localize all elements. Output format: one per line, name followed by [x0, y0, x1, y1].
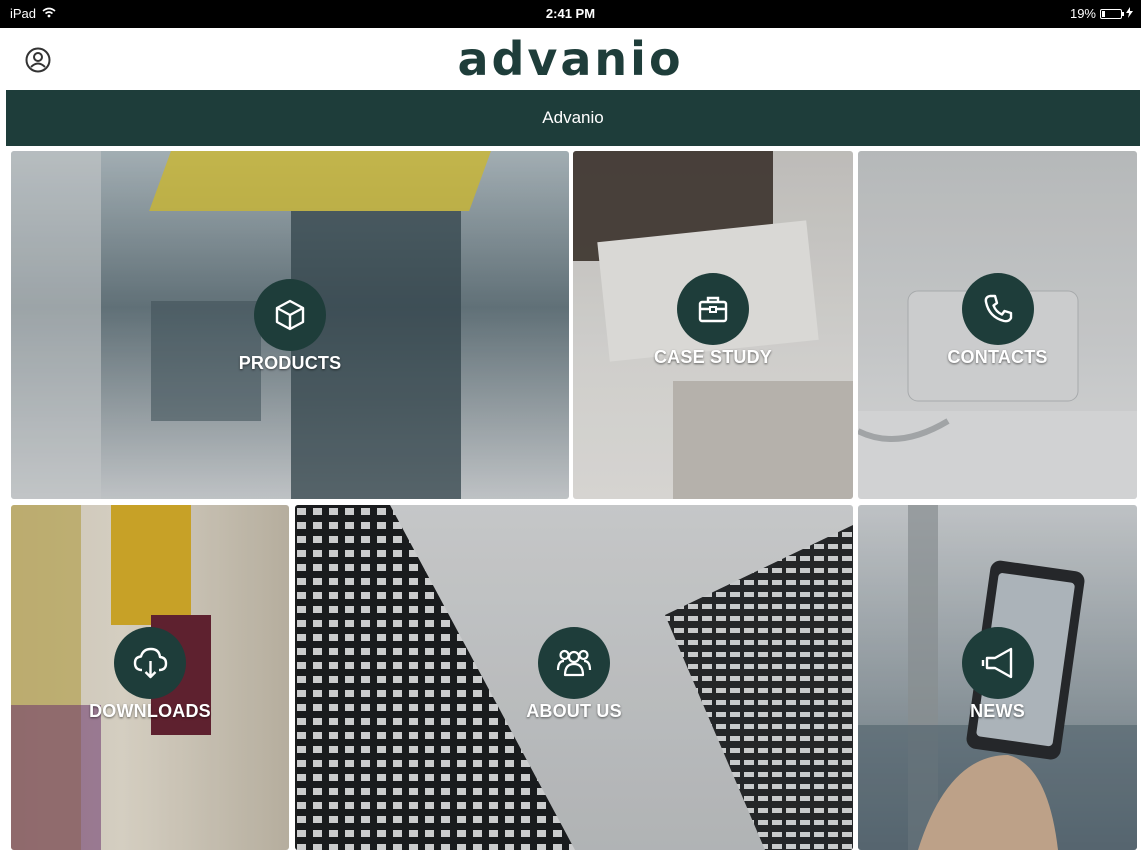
page-title-bar: Advanio	[6, 90, 1140, 146]
charging-icon	[1126, 6, 1133, 21]
status-time: 2:41 PM	[545, 6, 596, 21]
tile-content: CONTACTS	[858, 273, 1137, 368]
tile-label: CONTACTS	[947, 347, 1048, 367]
status-right: 19%	[1070, 6, 1133, 21]
megaphone-icon	[961, 627, 1034, 699]
tile-content: DOWNLOADS	[11, 627, 289, 722]
tile-label: ABOUT US	[526, 701, 622, 721]
tile-label: DOWNLOADS	[89, 701, 211, 721]
tile-label: CASE STUDY	[653, 347, 772, 367]
cube-icon	[254, 279, 326, 351]
battery-icon	[1100, 8, 1124, 19]
phone-icon	[961, 273, 1034, 345]
tile-about-us[interactable]: ABOUT US	[295, 505, 853, 850]
tile-label: NEWS	[970, 701, 1025, 721]
tile-news[interactable]: NEWS	[858, 505, 1137, 850]
tile-contacts[interactable]: CONTACTS	[858, 151, 1137, 499]
tile-content: ABOUT US	[295, 627, 853, 722]
tile-products[interactable]: PRODUCTS	[11, 151, 569, 499]
page-title: Advanio	[542, 108, 604, 127]
tile-label: PRODUCTS	[238, 353, 342, 373]
tile-downloads[interactable]: DOWNLOADS	[11, 505, 289, 850]
tile-content: CASE STUDY	[573, 273, 853, 368]
tile-case-study[interactable]: CASE STUDY	[573, 151, 853, 499]
briefcase-icon	[677, 273, 749, 345]
brand-logo: advanio	[457, 32, 684, 86]
status-bar: iPad 2:41 PM 19%	[0, 0, 1141, 28]
cloud-download-icon	[114, 627, 186, 699]
battery-percent: 19%	[1069, 6, 1096, 21]
tile-content: PRODUCTS	[11, 279, 569, 374]
tile-content: NEWS	[858, 627, 1137, 722]
group-icon	[538, 627, 610, 699]
app-header: advanio	[0, 28, 1141, 90]
